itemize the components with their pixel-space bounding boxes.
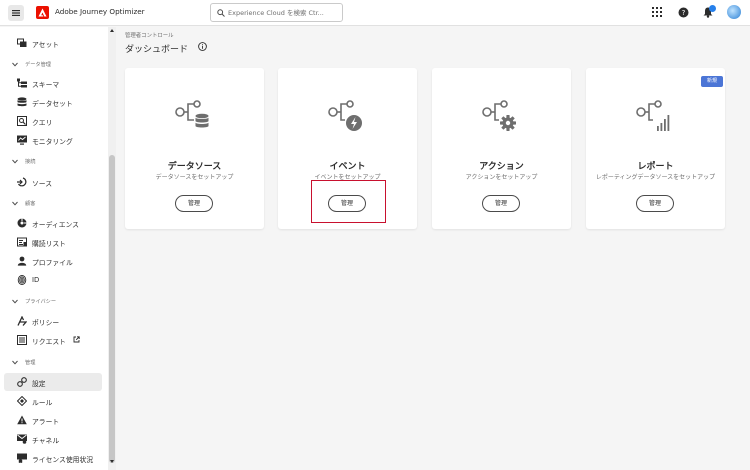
channel-icon	[17, 434, 27, 444]
sidebar-item-datasets[interactable]: データセット	[0, 93, 108, 111]
sidebar-item-channels[interactable]: チャネル	[0, 430, 108, 448]
menu-button[interactable]	[8, 5, 24, 21]
query-icon	[17, 116, 27, 126]
sidebar-item-sources[interactable]: ソース	[0, 173, 108, 191]
sidebar-item-label: オーディエンス	[32, 221, 79, 229]
card-actions: アクション アクションをセットアップ 管理	[432, 68, 571, 229]
sidebar-item-subscription-lists[interactable]: 購読リスト	[0, 233, 108, 251]
chevron-down-icon	[12, 201, 18, 206]
sidebar-item-label: チャネル	[32, 437, 60, 445]
card-title: データソース	[167, 162, 222, 172]
info-icon[interactable]	[198, 42, 207, 51]
scroll-down-icon[interactable]	[110, 460, 114, 463]
assets-icon	[17, 38, 27, 47]
audience-icon	[17, 218, 27, 228]
highlight-box	[311, 180, 386, 223]
adobe-logo[interactable]	[36, 6, 49, 19]
sidebar-item-policies[interactable]: ポリシー	[0, 312, 108, 330]
sidebar-item-label: スキーマ	[32, 81, 60, 89]
sidebar-item-label: クエリ	[32, 119, 53, 127]
sidebar-item-label: 購読リスト	[32, 240, 66, 248]
license-icon	[17, 453, 27, 463]
search-input[interactable]	[228, 5, 340, 20]
sidebar-item-label: プロファイル	[32, 259, 73, 267]
adobe-logo-icon	[38, 8, 47, 17]
sidebar-item-label: ライセンス使用状況	[32, 456, 94, 464]
search-box[interactable]	[210, 3, 343, 22]
report-icon	[636, 100, 670, 131]
sidebar-item-label: リクエスト	[32, 338, 66, 346]
sidebar-item-alerts[interactable]: アラート	[0, 411, 108, 429]
profile-icon	[17, 256, 27, 266]
subscription-list-icon	[17, 237, 27, 247]
app-title[interactable]: Adobe Journey Optimizer	[55, 7, 145, 16]
sidebar-item-label: ID	[32, 276, 40, 284]
manage-reports-button[interactable]: 管理	[636, 195, 674, 212]
event-icon	[328, 100, 362, 131]
sidebar-item-label: モニタリング	[32, 138, 73, 146]
card-subtitle: アクションをセットアップ	[465, 174, 538, 181]
svg-text:?: ?	[682, 9, 686, 17]
sidebar-item-monitoring[interactable]: モニタリング	[0, 131, 108, 149]
manage-data-sources-button[interactable]: 管理	[175, 195, 213, 212]
breadcrumb[interactable]: 管理者コントロール	[125, 31, 174, 39]
request-icon	[17, 335, 27, 345]
card-title: レポート	[637, 162, 674, 172]
page-title: ダッシュボード	[125, 45, 189, 55]
help-icon[interactable]: ?	[678, 7, 689, 18]
policy-icon	[17, 316, 27, 326]
notification-badge	[709, 5, 716, 12]
sidebar-item-label: アラート	[32, 418, 60, 426]
sidebar-item-label: データセット	[32, 100, 73, 108]
sidebar-item-license-usage[interactable]: ライセンス使用状況	[0, 449, 108, 467]
search-icon	[217, 9, 225, 17]
sidebar-item-assets[interactable]: アセット	[0, 34, 108, 52]
settings-icon	[17, 377, 27, 387]
sidebar-item-label: アセット	[32, 41, 60, 49]
monitoring-icon	[17, 135, 27, 145]
scrollbar-thumb[interactable]	[109, 155, 115, 463]
card-reports: 新規 レポート レポーティングデータソースをセットアップ 管理	[586, 68, 725, 229]
sidebar-scrollbar[interactable]	[108, 27, 116, 470]
chevron-down-icon	[12, 360, 18, 365]
sidebar-item-label: ポリシー	[32, 319, 60, 327]
sidebar-item-label: ルール	[32, 399, 53, 407]
sidebar-item-queries[interactable]: クエリ	[0, 112, 108, 130]
chevron-down-icon	[12, 299, 18, 304]
menu-icon	[12, 10, 20, 16]
sidebar-item-rules[interactable]: ルール	[0, 392, 108, 410]
card-subtitle: データソースをセットアップ	[155, 174, 234, 181]
card-subtitle: レポーティングデータソースをセットアップ	[595, 174, 716, 181]
scroll-up-icon[interactable]	[110, 29, 114, 32]
schema-icon	[17, 78, 27, 88]
chevron-down-icon	[12, 62, 18, 67]
dataset-icon	[17, 97, 27, 107]
card-title: イベント	[329, 162, 366, 172]
sidebar-item-profiles[interactable]: プロファイル	[0, 252, 108, 270]
alert-icon	[17, 415, 27, 425]
chevron-down-icon	[12, 159, 18, 164]
data-source-icon	[175, 100, 209, 128]
sidebar: アセット データ管理 スキーマ データセット クエリ モニタリング 接続 ソース…	[0, 27, 108, 470]
action-icon	[482, 100, 516, 131]
sidebar-item-identities[interactable]: ID	[0, 271, 108, 289]
external-link-icon	[73, 336, 80, 343]
new-badge: 新規	[701, 76, 723, 87]
apps-grid-icon[interactable]	[652, 7, 662, 17]
identity-icon	[17, 275, 27, 285]
sidebar-item-schemas[interactable]: スキーマ	[0, 74, 108, 92]
sidebar-item-label: 設定	[32, 380, 46, 388]
sidebar-item-label: ソース	[32, 180, 53, 188]
card-data-sources: データソース データソースをセットアップ 管理	[125, 68, 264, 229]
sidebar-item-settings[interactable]: 設定	[4, 373, 102, 391]
sidebar-item-audiences[interactable]: オーディエンス	[0, 214, 108, 232]
rules-icon	[17, 396, 27, 406]
sidebar-item-requests[interactable]: リクエスト	[0, 331, 108, 349]
top-bar: Adobe Journey Optimizer ?	[0, 0, 750, 26]
sources-icon	[17, 177, 27, 187]
avatar[interactable]	[727, 5, 741, 19]
card-title: アクション	[479, 162, 524, 172]
manage-actions-button[interactable]: 管理	[482, 195, 520, 212]
